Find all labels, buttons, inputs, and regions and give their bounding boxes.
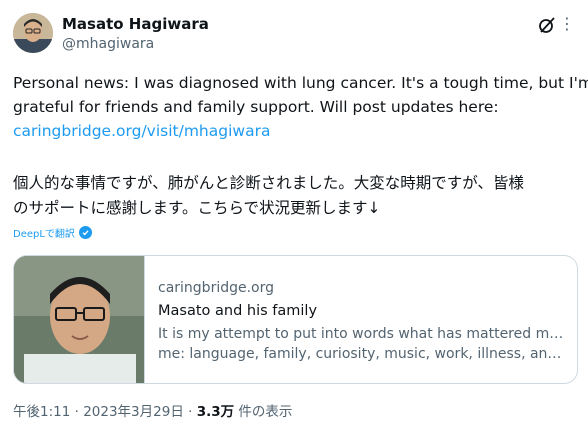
meta-separator: · xyxy=(70,404,84,420)
translate-label[interactable]: DeepLで翻訳 xyxy=(13,225,75,240)
card-title: Masato and his family xyxy=(158,303,318,319)
post-text-line: 個人的な事情ですが、肺がんと診断されました。大変な時期ですが、皆様 xyxy=(13,174,524,192)
card-description-line: It is my attempt to put into words what … xyxy=(158,326,568,342)
post-time[interactable]: 午後1:11 xyxy=(13,404,70,420)
more-options-icon[interactable]: ⋮ xyxy=(559,15,575,35)
post-date[interactable]: 2023年3月29日 xyxy=(83,404,184,420)
display-name[interactable]: Masato Hagiwara xyxy=(62,14,209,34)
post-text-japanese: 個人的な事情ですが、肺がんと診断されました。大変な時期ですが、皆様 のサポートに… xyxy=(13,171,579,221)
deepl-badge-icon xyxy=(78,226,92,239)
post-link[interactable]: caringbridge.org/visit/mhagiwara xyxy=(13,122,270,140)
post-text: Personal news: I was diagnosed with lung… xyxy=(13,71,588,143)
post-meta: 午後1:11 · 2023年3月29日 · 3.3万 件の表示 xyxy=(13,402,292,422)
card-description-line: me: language, family, curiosity, music, … xyxy=(158,346,568,362)
view-count: 3.3万 xyxy=(196,404,235,420)
post-text-line: grateful for friends and family support.… xyxy=(13,98,499,116)
link-preview-card[interactable]: caringbridge.org Masato and his family I… xyxy=(13,255,578,384)
avatar-photo xyxy=(13,13,53,53)
card-description: It is my attempt to put into words what … xyxy=(158,324,568,364)
user-handle[interactable]: @mhagiwara xyxy=(62,34,209,54)
meta-separator: · xyxy=(183,404,197,420)
view-count-label: 件の表示 xyxy=(234,404,293,420)
post-text-line: Personal news: I was diagnosed with lung… xyxy=(13,74,588,92)
card-thumbnail xyxy=(14,256,145,383)
card-domain: caringbridge.org xyxy=(158,280,275,296)
translate-link[interactable]: DeepLで翻訳 xyxy=(13,225,92,240)
grok-icon[interactable] xyxy=(537,15,557,35)
post-text-line: のサポートに感謝します。こちらで状況更新します↓ xyxy=(13,199,381,217)
avatar[interactable] xyxy=(13,13,53,53)
post-header: Masato Hagiwara @mhagiwara ⋮ xyxy=(13,13,575,57)
